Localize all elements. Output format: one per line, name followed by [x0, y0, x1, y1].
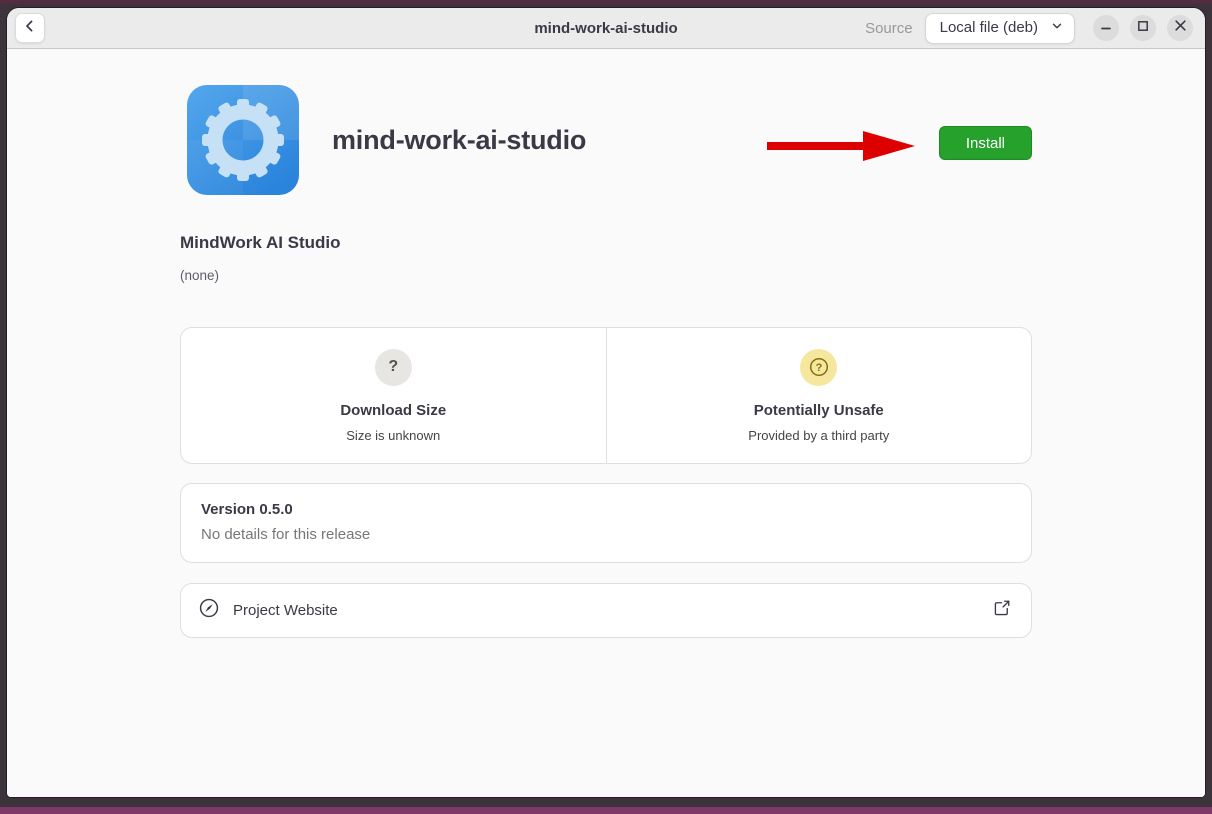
maximize-button[interactable] [1130, 15, 1156, 41]
maximize-icon [1137, 19, 1149, 37]
download-size-tile[interactable]: ? Download Size Size is unknown [181, 328, 607, 463]
version-card: Version 0.5.0 No details for this releas… [180, 483, 1032, 563]
svg-text:?: ? [815, 362, 822, 374]
tile-title: Potentially Unsafe [754, 402, 884, 419]
version-title: Version 0.5.0 [201, 501, 1011, 518]
safety-tile[interactable]: ? Potentially Unsafe Provided by a third… [607, 328, 1032, 463]
close-icon [1174, 19, 1187, 37]
compass-icon [198, 597, 220, 624]
context-tiles: ? Download Size Size is unknown ? Potent… [180, 327, 1032, 464]
tile-subtitle: Size is unknown [346, 428, 440, 443]
window-controls [1093, 15, 1193, 41]
red-arrow-annotation [767, 128, 917, 164]
headerbar: mind-work-ai-studio Source Local file (d… [7, 8, 1205, 49]
install-button[interactable]: Install [939, 126, 1032, 160]
desktop-accent-strip [0, 807, 1212, 814]
page-title: mind-work-ai-studio [332, 125, 586, 156]
minimize-icon [1100, 19, 1112, 37]
headerbar-right: Source Local file (deb) [865, 13, 1193, 44]
website-label: Project Website [233, 602, 338, 619]
chevron-left-icon [22, 18, 38, 39]
software-window: mind-work-ai-studio Source Local file (d… [7, 8, 1205, 797]
app-icon [187, 85, 299, 195]
tile-subtitle: Provided by a third party [748, 428, 889, 443]
app-header: mind-work-ai-studio Install [180, 85, 1032, 195]
app-developer: (none) [180, 268, 1032, 283]
question-circle-icon: ? [800, 349, 837, 386]
project-website-link[interactable]: Project Website [180, 583, 1032, 638]
close-button[interactable] [1167, 15, 1193, 41]
back-button[interactable] [15, 13, 45, 43]
app-details-page: mind-work-ai-studio Install MindWork AI … [7, 49, 1205, 797]
minimize-button[interactable] [1093, 15, 1119, 41]
external-link-icon [993, 599, 1011, 622]
source-label: Source [865, 20, 913, 37]
tile-title: Download Size [340, 402, 446, 419]
version-subtitle: No details for this release [201, 526, 1011, 543]
source-dropdown[interactable]: Local file (deb) [925, 13, 1075, 44]
chevron-down-icon [1050, 19, 1064, 37]
window-title: mind-work-ai-studio [534, 20, 677, 37]
question-mark-icon: ? [375, 349, 412, 386]
app-display-name: MindWork AI Studio [180, 233, 1032, 253]
source-dropdown-value: Local file (deb) [940, 19, 1038, 36]
